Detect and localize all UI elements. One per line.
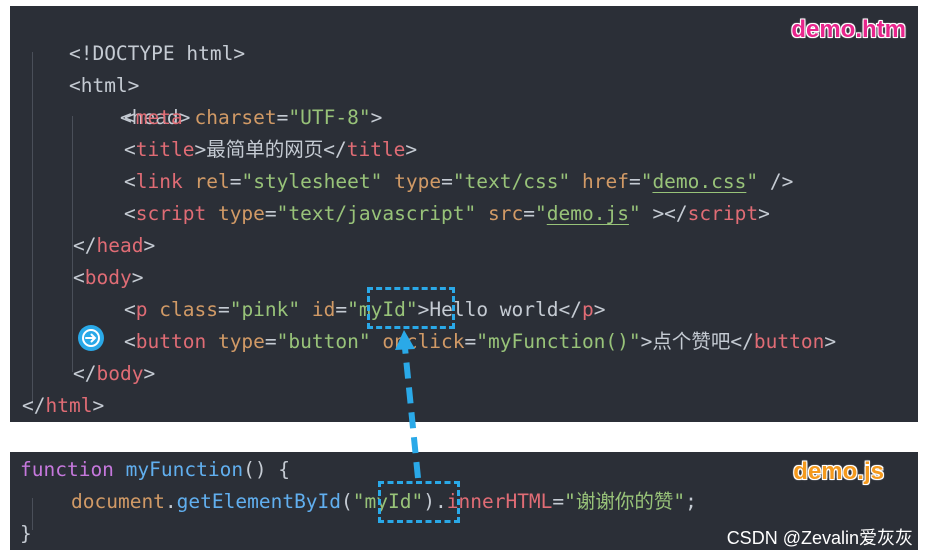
- watermark: CSDN @Zevalin爱灰灰: [726, 528, 913, 548]
- link-arrow-icon: [395, 330, 421, 479]
